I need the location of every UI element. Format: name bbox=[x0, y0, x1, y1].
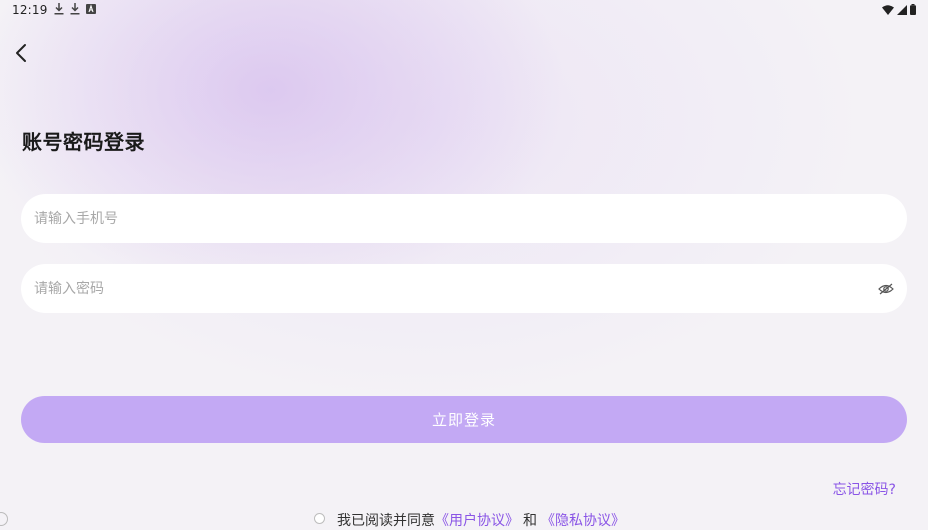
chevron-left-icon bbox=[16, 44, 26, 62]
phone-input[interactable] bbox=[34, 194, 854, 243]
status-time: 12:19 bbox=[12, 3, 48, 17]
agreement-prefix: 我已阅读并同意 bbox=[337, 513, 435, 529]
background-gradient bbox=[0, 0, 928, 522]
agreement-conjunction: 和 bbox=[523, 513, 537, 529]
wifi-icon bbox=[882, 4, 894, 18]
password-visibility-toggle[interactable] bbox=[877, 280, 895, 298]
battery-icon bbox=[910, 4, 916, 18]
signal-icon bbox=[897, 4, 907, 18]
back-button[interactable] bbox=[10, 42, 32, 64]
agreement-row: 我已阅读并同意 《用户协议》 和 《隐私协议》 bbox=[314, 510, 625, 530]
phone-field[interactable] bbox=[21, 194, 907, 243]
status-bar: 12:19 bbox=[0, 0, 928, 22]
system-icons bbox=[882, 4, 916, 18]
page-title: 账号密码登录 bbox=[22, 130, 145, 154]
login-button[interactable]: 立即登录 bbox=[21, 396, 907, 443]
privacy-policy-link[interactable]: 《隐私协议》 bbox=[541, 510, 625, 530]
eye-hidden-icon bbox=[878, 283, 894, 295]
password-field[interactable] bbox=[21, 264, 907, 313]
download-icon bbox=[54, 3, 64, 15]
corner-decoration bbox=[0, 512, 8, 526]
notification-icons bbox=[54, 3, 96, 15]
password-input[interactable] bbox=[34, 264, 854, 313]
user-agreement-link[interactable]: 《用户协议》 bbox=[435, 510, 519, 530]
download-icon bbox=[70, 3, 80, 15]
forgot-password-link[interactable]: 忘记密码? bbox=[833, 479, 896, 499]
app-a-icon bbox=[86, 4, 96, 14]
